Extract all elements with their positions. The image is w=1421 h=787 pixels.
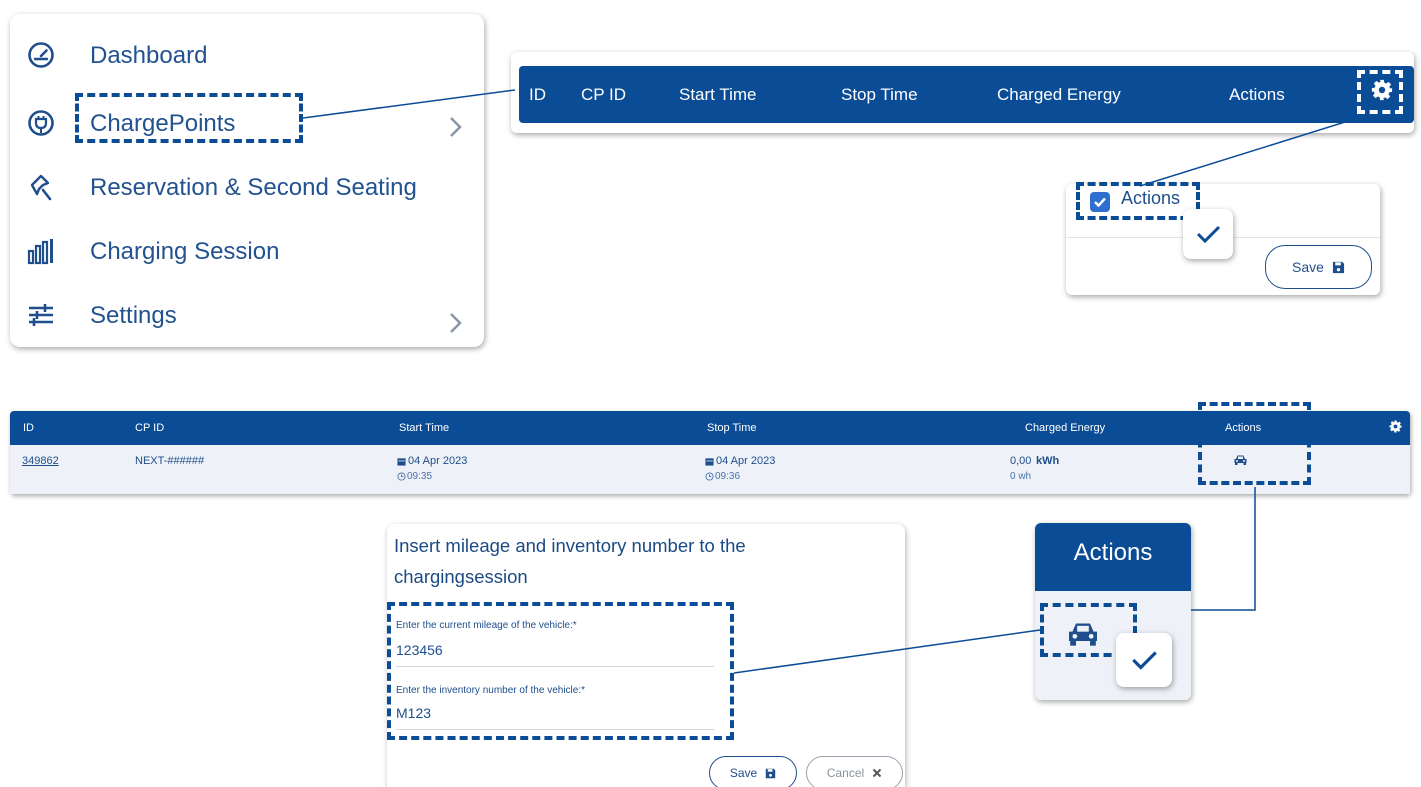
dialog-title: Insert mileage and inventory number to t…: [394, 535, 746, 587]
sidebar-item-settings[interactable]: Settings: [10, 288, 484, 344]
cp-id-cell: NEXT-######: [135, 455, 205, 467]
dialog-save-button[interactable]: Save: [709, 756, 797, 787]
column-header-charged-energy[interactable]: Charged Energy: [997, 85, 1121, 105]
sidebar-item-charging-session[interactable]: Charging Session: [10, 224, 484, 280]
floppy-disk-icon: [1332, 261, 1345, 273]
speedometer-icon: [28, 42, 54, 68]
actions-callout-title: Actions: [1073, 539, 1153, 566]
energy-unit-cell: kWh: [1036, 455, 1060, 467]
checkmark-icon: [1132, 651, 1157, 670]
actions-callout-header: Actions: [1035, 523, 1191, 591]
column-header-charged-energy[interactable]: Charged Energy: [1025, 422, 1105, 434]
input-fields-highlight: [387, 602, 734, 740]
stop-time-cell: 09:36: [715, 471, 741, 482]
sidebar-item-dashboard[interactable]: Dashboard: [10, 28, 484, 84]
plug-icon: [28, 110, 54, 136]
column-header-start-time[interactable]: Start Time: [679, 85, 756, 105]
column-header-stop-time[interactable]: Stop Time: [841, 85, 918, 105]
calendar-icon: [397, 458, 406, 466]
save-button-label: Save: [729, 766, 758, 780]
chevron-right-icon: [450, 117, 462, 137]
column-header-cp-id[interactable]: CP ID: [581, 85, 626, 105]
session-id-link[interactable]: 349862: [22, 455, 59, 467]
confirm-badge: [1183, 209, 1233, 259]
table-header-bar: ID CP ID Start Time Stop Time Charged En…: [519, 66, 1414, 123]
sidebar-item-label: Reservation & Second Seating: [90, 174, 417, 201]
confirm-badge: [1116, 633, 1172, 687]
sidebar-item-label: Charging Session: [90, 238, 280, 265]
close-icon: [872, 768, 882, 778]
column-header-start-time[interactable]: Start Time: [399, 422, 449, 434]
clock-icon: [397, 472, 406, 481]
pin-icon: [30, 174, 52, 201]
stop-date-cell: 04 Apr 2023: [716, 455, 776, 467]
save-button[interactable]: Save: [1265, 245, 1372, 289]
calendar-icon: [705, 458, 714, 466]
table-header-preview: ID CP ID Start Time Stop Time Charged En…: [511, 52, 1414, 133]
save-button-label: Save: [1292, 259, 1324, 275]
start-time-cell: 09:35: [407, 471, 433, 482]
column-header-id[interactable]: ID: [23, 422, 34, 434]
column-header-actions[interactable]: Actions: [1229, 85, 1285, 105]
checkmark-icon: [1196, 225, 1221, 244]
energy-sub-cell: 0 wh: [1010, 471, 1032, 482]
gear-icon[interactable]: [1389, 420, 1402, 433]
dialog-cancel-button[interactable]: Cancel: [806, 756, 903, 787]
column-header-id[interactable]: ID: [529, 85, 546, 105]
sidebar-item-reservation[interactable]: Reservation & Second Seating: [10, 160, 484, 216]
chevron-right-icon: [450, 313, 462, 333]
column-header-cp-id[interactable]: CP ID: [135, 422, 164, 434]
start-date-cell: 04 Apr 2023: [408, 455, 468, 467]
clock-icon: [705, 472, 714, 481]
actions-checkbox-highlight: [1076, 182, 1200, 220]
sidebar-item-label: Dashboard: [90, 42, 208, 69]
sliders-icon: [29, 304, 53, 326]
bar-chart-icon: [27, 239, 53, 265]
gear-highlight: [1357, 70, 1403, 114]
sidebar-item-label: Settings: [90, 302, 177, 329]
actions-column-highlight: [1198, 402, 1311, 485]
floppy-disk-icon: [765, 768, 776, 778]
chargepoints-highlight: [75, 93, 303, 143]
column-header-stop-time[interactable]: Stop Time: [707, 422, 757, 434]
sidebar-menu: Dashboard ChargePoints Reservation & Sec…: [10, 14, 484, 347]
cancel-button-label: Cancel: [826, 766, 865, 780]
energy-value-cell: 0,00: [1010, 455, 1032, 467]
